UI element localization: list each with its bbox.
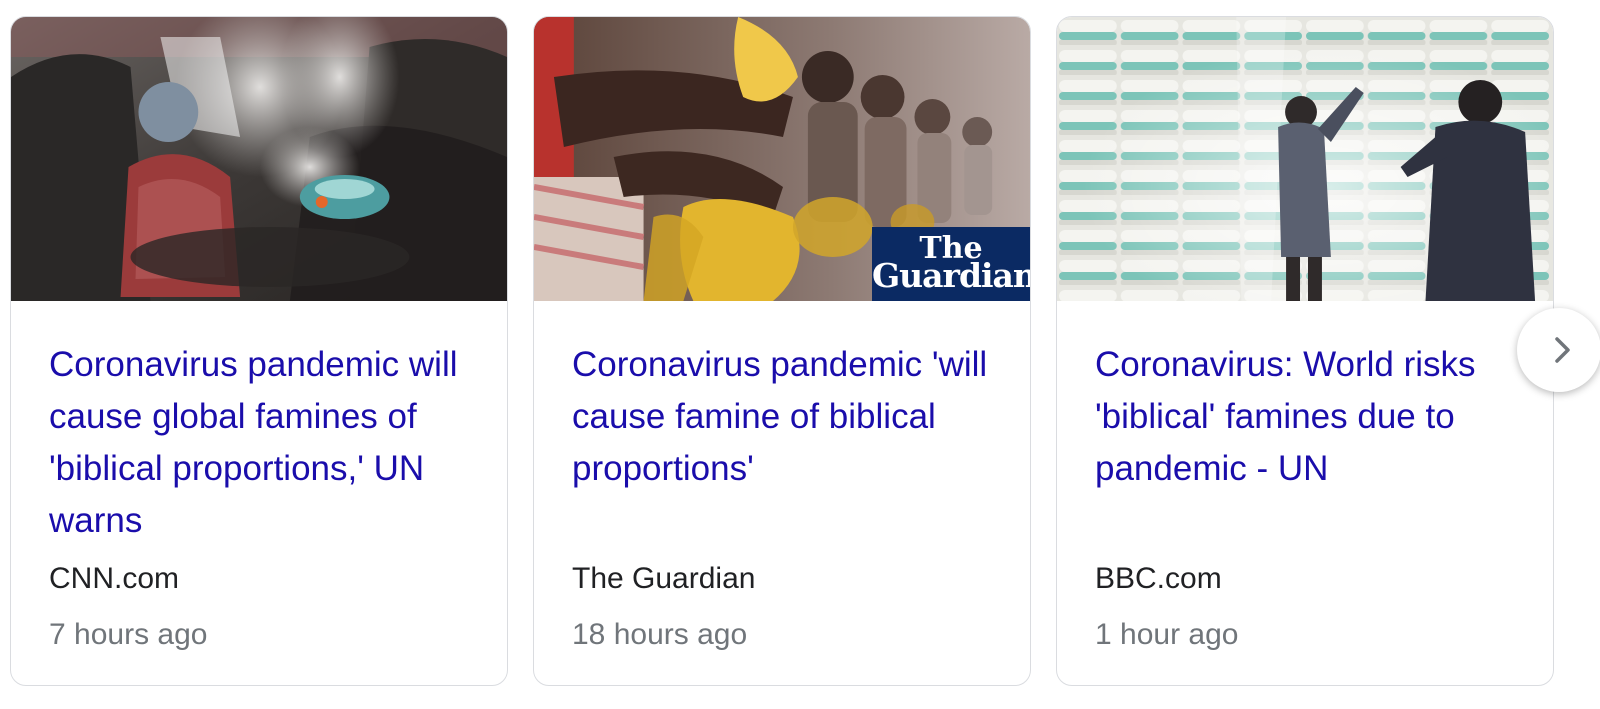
article-time: 7 hours ago xyxy=(49,618,208,651)
guardian-logo: The Guardian xyxy=(872,227,1030,301)
article-thumbnail xyxy=(1057,17,1553,301)
flour-sacks-photo xyxy=(1057,17,1553,301)
article-thumbnail: The Guardian xyxy=(534,17,1030,301)
article-source: The Guardian xyxy=(572,562,756,595)
article-time: 18 hours ago xyxy=(572,618,748,651)
news-card-cnn[interactable]: Coronavirus pandemic will cause global f… xyxy=(10,16,508,686)
article-thumbnail xyxy=(11,17,507,301)
article-source: BBC.com xyxy=(1095,562,1222,595)
article-headline[interactable]: Coronavirus pandemic will cause global f… xyxy=(49,339,489,547)
article-headline[interactable]: Coronavirus: World risks 'biblical' fami… xyxy=(1095,339,1535,495)
news-carousel: Coronavirus pandemic will cause global f… xyxy=(0,0,1600,709)
news-card-bbc[interactable]: Coronavirus: World risks 'biblical' fami… xyxy=(1056,16,1554,686)
chevron-right-icon xyxy=(1555,337,1570,363)
article-source: CNN.com xyxy=(49,562,180,595)
article-time: 1 hour ago xyxy=(1095,618,1239,651)
carousel-next-button[interactable] xyxy=(1517,308,1600,392)
news-card-guardian[interactable]: The Guardian Coronavirus pandemic 'will … xyxy=(533,16,1031,686)
article-headline[interactable]: Coronavirus pandemic 'will cause famine … xyxy=(572,339,1012,495)
smoke-fire-photo xyxy=(11,17,507,301)
